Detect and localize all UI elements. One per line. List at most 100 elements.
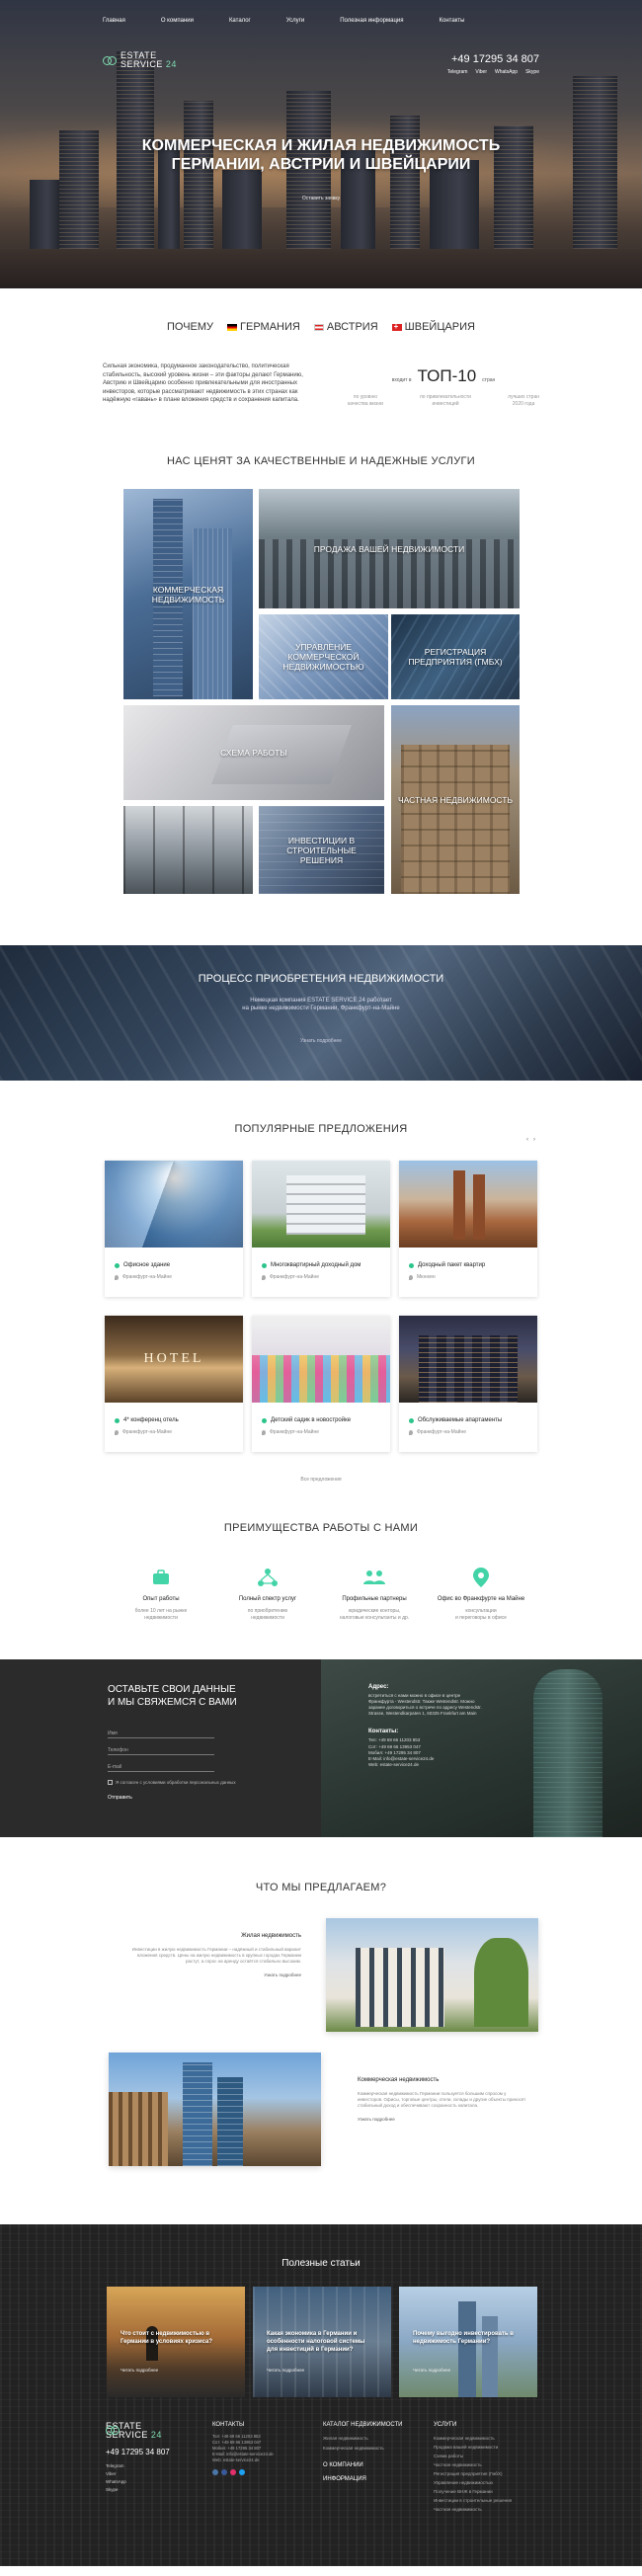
- process-banner: ПРОЦЕСС ПРИОБРЕТЕНИЯ НЕДВИЖИМОСТИ Немецк…: [0, 945, 642, 1081]
- rank-col: по привлекательности инвестиций: [420, 394, 471, 407]
- agree-checkbox[interactable]: [108, 1779, 113, 1785]
- footer-whatsapp[interactable]: WhatsApp: [106, 2478, 212, 2486]
- advantage-item: Профильные партнеры юридические конторы,…: [321, 1567, 428, 1622]
- header-phone[interactable]: +49 17295 34 807: [451, 53, 539, 65]
- hero-cta-button[interactable]: Оставить заявку: [0, 196, 642, 201]
- nav-info[interactable]: Полезная информация: [340, 18, 403, 24]
- austria-flag-icon: [313, 323, 324, 331]
- arrow-left-icon[interactable]: ‹: [526, 1137, 528, 1143]
- status-dot-icon: [262, 1262, 267, 1268]
- status-dot-icon: [409, 1417, 414, 1423]
- header-messengers: Telegram Viber WhatsApp Skype: [447, 69, 539, 75]
- footer-viber[interactable]: Viber: [106, 2470, 212, 2478]
- phone-field[interactable]: Телефон: [108, 1741, 214, 1755]
- name-field[interactable]: Имя: [108, 1725, 214, 1738]
- network-icon: [258, 1569, 278, 1586]
- all-offers-link[interactable]: Все предложения: [0, 1477, 642, 1483]
- service-registration[interactable]: РЕГИСТРАЦИЯ ПРЕДПРИЯТИЯ (ГМБХ): [391, 614, 520, 699]
- advantage-item: Офис во Франкфурте на Майне консультации…: [428, 1567, 534, 1622]
- location-pin-icon: [262, 1274, 266, 1280]
- residential-more-link[interactable]: Узнать подробнее: [128, 1972, 301, 1977]
- nav-services[interactable]: Услуги: [286, 18, 304, 24]
- commercial-more-link[interactable]: Узнать подробнее: [358, 2117, 530, 2122]
- offer-card[interactable]: Обслуживаемые апартаменты Франкфурт-на-М…: [399, 1316, 537, 1452]
- twitter-icon[interactable]: [239, 2468, 245, 2475]
- footer-skype[interactable]: Skype: [106, 2486, 212, 2494]
- why-text: Сильная экономика, продуманное законодат…: [103, 363, 303, 403]
- advantage-item: Опыт работы более 10 лет на рынке недвиж…: [108, 1567, 214, 1622]
- process-more-link[interactable]: Узнать подробнее: [0, 1038, 642, 1044]
- telegram-link[interactable]: Telegram: [447, 69, 468, 75]
- service-private[interactable]: ЧАСТНАЯ НЕДВИЖИМОСТЬ: [391, 705, 520, 894]
- nav-contacts[interactable]: Контакты: [440, 18, 465, 24]
- germany-flag-icon: [227, 323, 238, 331]
- site-logo[interactable]: ESTATE SERVICE 24: [103, 51, 177, 69]
- offer-card[interactable]: Офисное здание Франкфурт-на-Майне: [105, 1161, 243, 1297]
- tab-austria[interactable]: АВСТРИЯ: [313, 321, 378, 333]
- popular-title: ПОПУЛЯРНЫЕ ПРЕДЛОЖЕНИЯ: [234, 1123, 408, 1135]
- status-dot-icon: [115, 1262, 120, 1268]
- top-navigation: Главная О компании Каталог Услуги Полезн…: [103, 18, 539, 24]
- rank-col: лучших стран 2020 года: [508, 394, 539, 407]
- country-tabs: ПОЧЕМУ ГЕРМАНИЯ АВСТРИЯ ШВЕЙЦАРИЯ: [0, 321, 642, 333]
- status-dot-icon: [115, 1417, 120, 1423]
- why-block: Сильная экономика, продуманное законодат…: [0, 362, 642, 408]
- location-pin-icon: [115, 1429, 119, 1435]
- offer-residential: Жилая недвижимость Инвестиции в жилую не…: [0, 1917, 642, 2045]
- popular-header: ПОПУЛЯРНЫЕ ПРЕДЛОЖЕНИЯ ‹ ›: [0, 1123, 642, 1143]
- switzerland-flag-icon: [391, 322, 402, 331]
- footer: ESTATE SERVICE 24 +49 17295 34 807 Telegr…: [106, 2420, 513, 2512]
- contact-info: Адрес: встретиться с нами можно в офисе …: [321, 1658, 642, 1837]
- hero-section: Главная О компании Каталог Услуги Полезн…: [0, 0, 642, 288]
- contact-title: ОСТАВЬТЕ СВОИ ДАННЫЕ И МЫ СВЯЖЕМСЯ С ВАМИ: [108, 1683, 237, 1708]
- advantages-title: ПРЕИМУЩЕСТВА РАБОТЫ С НАМИ: [223, 1522, 419, 1534]
- article-card[interactable]: Что стоит с недвижимостью в Германии в у…: [107, 2286, 245, 2397]
- articles-footer: Полезные статьи Что стоит с недвижимость…: [0, 2223, 642, 2566]
- offer-card[interactable]: Доходный пакет квартир Мюнхен: [399, 1161, 537, 1297]
- instagram-icon[interactable]: [230, 2468, 236, 2475]
- social-icons: [212, 2468, 323, 2475]
- hero-title: КОММЕРЧЕСКАЯ И ЖИЛАЯ НЕДВИЖИМОСТЬ ГЕРМАНИ…: [141, 137, 501, 173]
- facebook-icon[interactable]: [221, 2468, 227, 2475]
- service-office-photo[interactable]: [123, 806, 253, 894]
- offer-card[interactable]: HOTEL 4* конференц отель Франкфурт-на-Ма…: [105, 1316, 243, 1452]
- rank-block: входит в ТОП-10 стран по уровню качества…: [348, 366, 539, 407]
- location-pin-icon: [262, 1429, 266, 1435]
- location-pin-icon: [115, 1274, 119, 1280]
- article-card[interactable]: Какая экономика в Германии и особенности…: [253, 2286, 391, 2397]
- whatsapp-link[interactable]: WhatsApp: [495, 69, 518, 75]
- status-dot-icon: [262, 1417, 267, 1423]
- articles-title: Полезные статьи: [281, 2257, 361, 2269]
- offer-card[interactable]: Детский садик в новостройке Франкфурт-на…: [252, 1316, 390, 1452]
- footer-logo[interactable]: ESTATE SERVICE 24: [106, 2421, 212, 2440]
- offer-card[interactable]: Многоквартирный доходный дом Франкфурт-н…: [252, 1161, 390, 1297]
- location-pin-icon: [409, 1274, 413, 1280]
- location-pin-icon: [409, 1429, 413, 1435]
- tab-germany[interactable]: ГЕРМАНИЯ: [227, 321, 300, 333]
- skype-link[interactable]: Skype: [525, 69, 539, 75]
- footer-telegram[interactable]: Telegram: [106, 2462, 212, 2470]
- article-card[interactable]: Почему выгодно инвестировать в недвижимо…: [399, 2286, 537, 2397]
- email-field[interactable]: E-mail: [108, 1758, 214, 1772]
- service-manage[interactable]: УПРАВЛЕНИЕ КОММЕРЧЕСКОЙ НЕДВИЖИМОСТЬЮ: [259, 614, 388, 699]
- footer-phone[interactable]: +49 17295 34 807: [106, 2448, 212, 2456]
- advantages-list: Опыт работы более 10 лет на рынке недвиж…: [0, 1567, 642, 1622]
- nav-home[interactable]: Главная: [103, 18, 125, 24]
- offers-grid: Офисное здание Франкфурт-на-Майне Многок…: [0, 1161, 642, 1452]
- viber-link[interactable]: Viber: [475, 69, 487, 75]
- services-title: НАС ЦЕНЯТ ЗА КАЧЕСТВЕННЫЕ И НАДЕЖНЫЕ УСЛ…: [167, 455, 475, 467]
- nav-catalog[interactable]: Каталог: [229, 18, 251, 24]
- service-commercial[interactable]: КОММЕРЧЕСКАЯ НЕДВИЖИМОСТЬ: [123, 489, 253, 699]
- vk-icon[interactable]: [212, 2468, 218, 2475]
- send-button[interactable]: Отправить: [108, 1795, 321, 1801]
- service-sell[interactable]: ПРОДАЖА ВАШЕЙ НЕДВИЖИМОСТИ: [259, 489, 520, 608]
- tab-switzerland[interactable]: ШВЕЙЦАРИЯ: [391, 321, 475, 333]
- partners-icon: [363, 1570, 385, 1584]
- offer-commercial: Коммерческая недвижимость Коммерческая н…: [0, 2052, 642, 2179]
- arrow-right-icon[interactable]: ›: [533, 1137, 535, 1143]
- tab-why[interactable]: ПОЧЕМУ: [167, 321, 213, 333]
- services-grid: КОММЕРЧЕСКАЯ НЕДВИЖИМОСТЬ ПРОДАЖА ВАШЕЙ …: [0, 489, 642, 894]
- nav-about[interactable]: О компании: [161, 18, 194, 24]
- service-invest[interactable]: ИНВЕСТИЦИИ В СТРОИТЕЛЬНЫЕ РЕШЕНИЯ: [259, 806, 384, 894]
- service-scheme[interactable]: СХЕМА РАБОТЫ: [123, 705, 384, 800]
